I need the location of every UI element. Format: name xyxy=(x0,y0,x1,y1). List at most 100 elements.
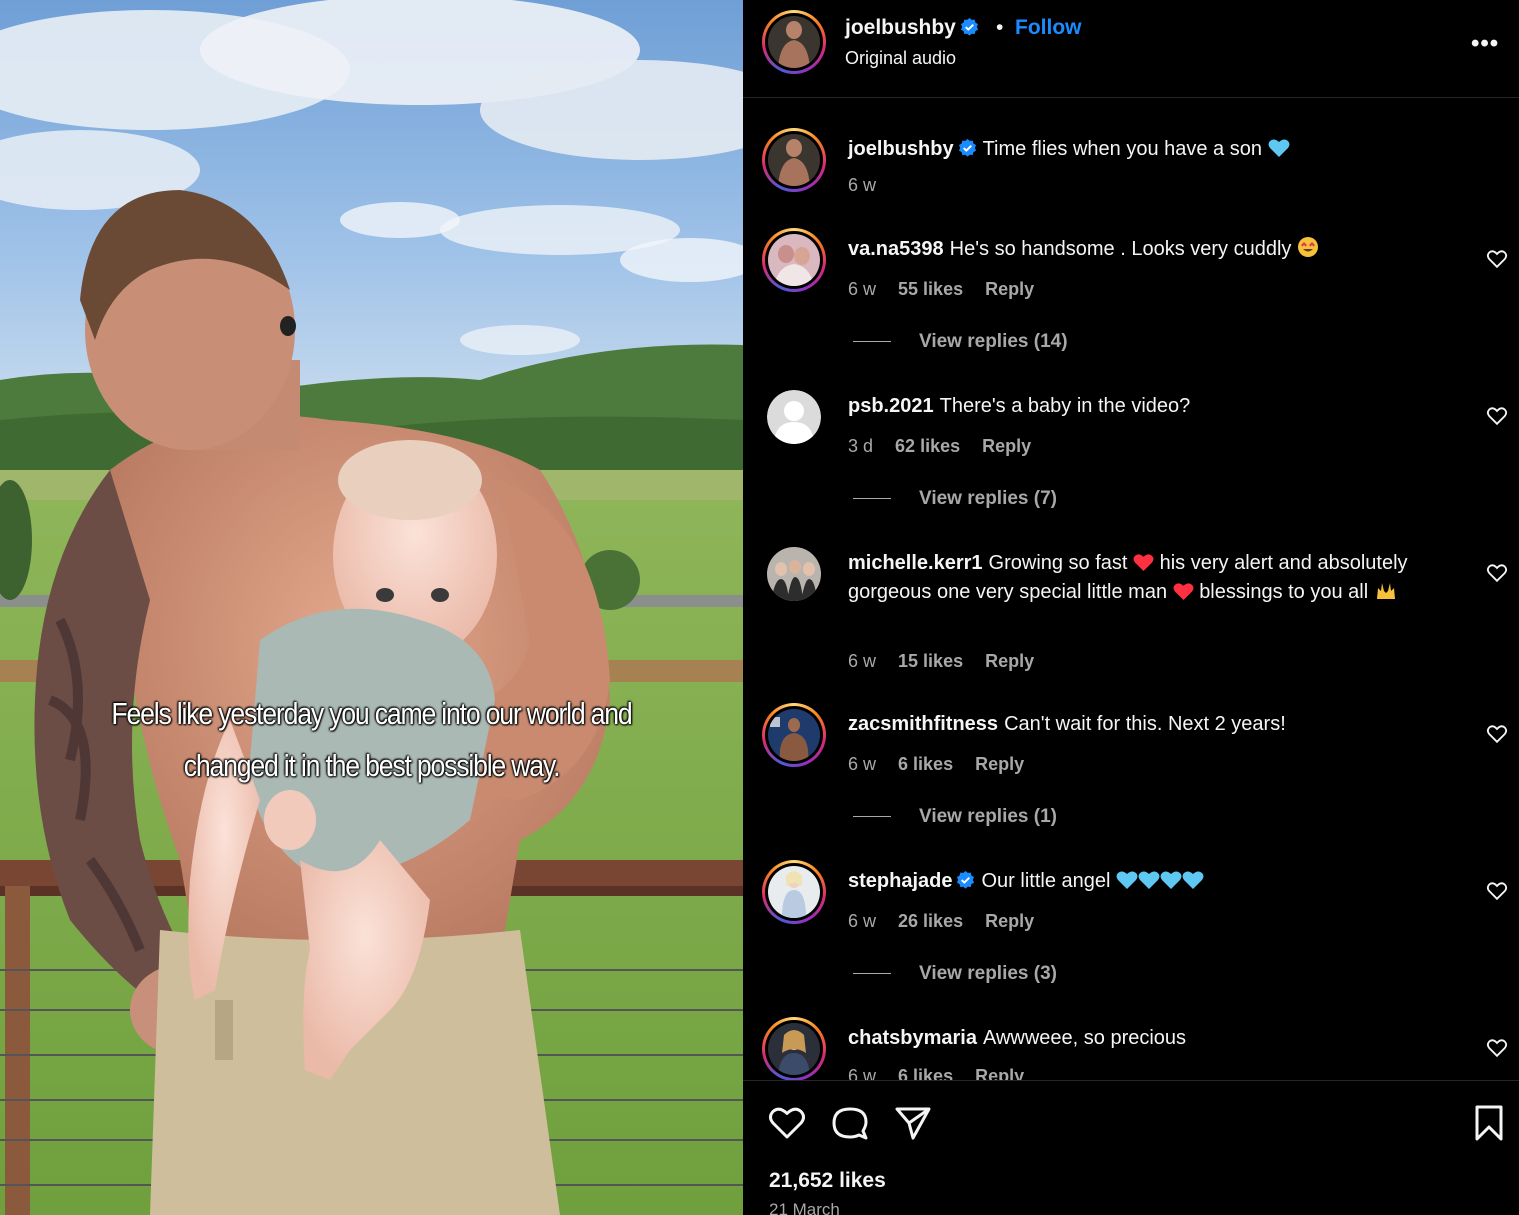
video-caption-line-2: changed it in the best possible way. xyxy=(183,748,561,783)
comment-username[interactable]: chatsbymaria xyxy=(848,1027,977,1049)
video-caption-line-1: Feels like yesterday you came into our w… xyxy=(111,696,632,731)
caption-author-avatar[interactable] xyxy=(762,128,826,192)
comment-likes[interactable]: 15 likes xyxy=(898,651,963,671)
commenter-avatar-image xyxy=(768,866,820,918)
caption-username-text[interactable]: joelbushby xyxy=(848,138,954,160)
comment-meta: 6 w 15 likes Reply xyxy=(848,651,1051,672)
caption-text-block: joelbushby Time flies when you have a son xyxy=(848,135,1458,164)
comment-like-heart-icon[interactable] xyxy=(1486,248,1508,270)
replies-line xyxy=(853,973,891,975)
post-video[interactable]: Feels like yesterday you came into our w… xyxy=(0,0,743,1215)
author-avatar-image xyxy=(768,16,820,68)
verified-badge-icon xyxy=(960,18,978,36)
comment-likes[interactable]: 62 likes xyxy=(895,436,960,456)
comment-text-block: chatsbymaria Awwweee, so precious xyxy=(848,1024,1458,1053)
comment-meta: 6 w 55 likes Reply xyxy=(848,279,1051,300)
comment-time: 6 w xyxy=(848,279,877,299)
blue-heart-emoji-icon xyxy=(1160,871,1182,889)
header-separator: • xyxy=(996,16,1004,39)
commenter-avatar[interactable] xyxy=(762,703,826,767)
comment-username[interactable]: psb.2021 xyxy=(848,395,934,417)
post-actions-footer: 21,652 likes 21 March xyxy=(743,1080,1519,1215)
replies-line xyxy=(853,341,891,343)
commenter-avatar-image xyxy=(768,709,820,761)
blue-heart-emoji-icon xyxy=(1268,139,1290,157)
comment-time: 6 w xyxy=(848,651,877,671)
view-replies-label[interactable]: View replies (14) xyxy=(919,331,1068,352)
comment-meta: 6 w 6 likes Reply xyxy=(848,1066,1041,1080)
audio-link[interactable]: Original audio xyxy=(845,48,956,69)
heart-icon[interactable] xyxy=(767,1103,807,1143)
comment-reply-button[interactable]: Reply xyxy=(985,651,1034,671)
author-username[interactable]: joelbushby xyxy=(845,16,979,40)
comments-list[interactable]: joelbushby Time flies when you have a son… xyxy=(743,99,1519,1080)
heart-eyes-emoji-icon xyxy=(1297,237,1318,257)
comment-username[interactable]: stephajade xyxy=(848,870,975,892)
default-avatar-icon xyxy=(767,390,821,444)
commenter-avatar[interactable] xyxy=(762,228,826,292)
comment-like-heart-icon[interactable] xyxy=(1486,562,1508,584)
comment-username[interactable]: va.na5398 xyxy=(848,238,944,260)
caption-username[interactable]: joelbushby xyxy=(848,138,977,160)
commenter-avatar[interactable] xyxy=(762,1017,826,1080)
blue-heart-emoji-icon xyxy=(1116,871,1138,889)
view-replies-button[interactable]: View replies (3) xyxy=(853,963,1057,985)
comment-text-block: stephajade Our little angel xyxy=(848,867,1458,896)
comment-text-block: psb.2021 There's a baby in the video? xyxy=(848,392,1458,421)
post-likes-count[interactable]: 21,652 likes xyxy=(769,1169,886,1193)
view-replies-label[interactable]: View replies (7) xyxy=(919,488,1057,509)
comment-text: He's so handsome . Looks very cuddly xyxy=(949,238,1292,260)
comment-likes[interactable]: 6 likes xyxy=(898,1066,953,1080)
comment-likes[interactable]: 6 likes xyxy=(898,754,953,774)
commenter-avatar-image xyxy=(768,1023,820,1075)
replies-line xyxy=(853,498,891,500)
caption-text: Time flies when you have a son xyxy=(982,138,1262,160)
post-side-panel: joelbushby • Follow Original audio ••• j… xyxy=(743,0,1519,1215)
comment-text-part-3: blessings to you all xyxy=(1199,581,1369,603)
view-replies-label[interactable]: View replies (3) xyxy=(919,963,1057,984)
share-icon[interactable] xyxy=(893,1103,933,1143)
follow-button[interactable]: Follow xyxy=(1015,16,1082,40)
comment-username[interactable]: zacsmithfitness xyxy=(848,713,998,735)
comment-like-heart-icon[interactable] xyxy=(1486,1037,1508,1059)
view-replies-button[interactable]: View replies (14) xyxy=(853,331,1068,353)
commenter-avatar-image xyxy=(768,234,820,286)
view-replies-label[interactable]: View replies (1) xyxy=(919,806,1057,827)
comment-text: Can't wait for this. Next 2 years! xyxy=(1004,713,1286,735)
comment-likes[interactable]: 26 likes xyxy=(898,911,963,931)
caption-time: 6 w xyxy=(848,175,877,195)
comment-likes[interactable]: 55 likes xyxy=(898,279,963,299)
view-replies-button[interactable]: View replies (7) xyxy=(853,488,1057,510)
comment-text-block: michelle.kerr1 Growing so fast his very a… xyxy=(848,549,1458,607)
author-avatar[interactable] xyxy=(762,10,826,74)
comment-text-block: zacsmithfitness Can't wait for this. Next… xyxy=(848,710,1458,739)
comment-text: There's a baby in the video? xyxy=(939,395,1191,417)
bookmark-icon[interactable] xyxy=(1469,1103,1509,1143)
comment-like-heart-icon[interactable] xyxy=(1486,723,1508,745)
replies-line xyxy=(853,816,891,818)
comment-like-heart-icon[interactable] xyxy=(1486,880,1508,902)
comment-reply-button[interactable]: Reply xyxy=(985,279,1034,299)
comment-like-heart-icon[interactable] xyxy=(1486,405,1508,427)
commenter-avatar[interactable] xyxy=(767,547,821,601)
raising-hands-emoji-icon xyxy=(1376,583,1395,599)
red-heart-emoji-icon xyxy=(1173,583,1194,601)
comment-meta: 6 w 26 likes Reply xyxy=(848,911,1051,932)
comment-text-block: va.na5398 He's so handsome . Looks very c… xyxy=(848,235,1458,264)
author-username-text[interactable]: joelbushby xyxy=(845,16,956,39)
comment-reply-button[interactable]: Reply xyxy=(975,1066,1024,1080)
commenter-avatar[interactable] xyxy=(767,390,821,444)
comment-username-text[interactable]: stephajade xyxy=(848,870,952,892)
view-replies-button[interactable]: View replies (1) xyxy=(853,806,1057,828)
comment-reply-button[interactable]: Reply xyxy=(975,754,1024,774)
comment-reply-button[interactable]: Reply xyxy=(985,911,1034,931)
comment-reply-button[interactable]: Reply xyxy=(982,436,1031,456)
comment-username[interactable]: michelle.kerr1 xyxy=(848,552,983,574)
comment-icon[interactable] xyxy=(830,1103,870,1143)
comment-text: Awwweee, so precious xyxy=(982,1027,1187,1049)
commenter-avatar[interactable] xyxy=(762,860,826,924)
comment-time: 6 w xyxy=(848,754,877,774)
post-header: joelbushby • Follow Original audio ••• xyxy=(743,0,1519,98)
more-options-icon[interactable]: ••• xyxy=(1471,30,1499,58)
verified-badge-icon xyxy=(957,871,975,889)
